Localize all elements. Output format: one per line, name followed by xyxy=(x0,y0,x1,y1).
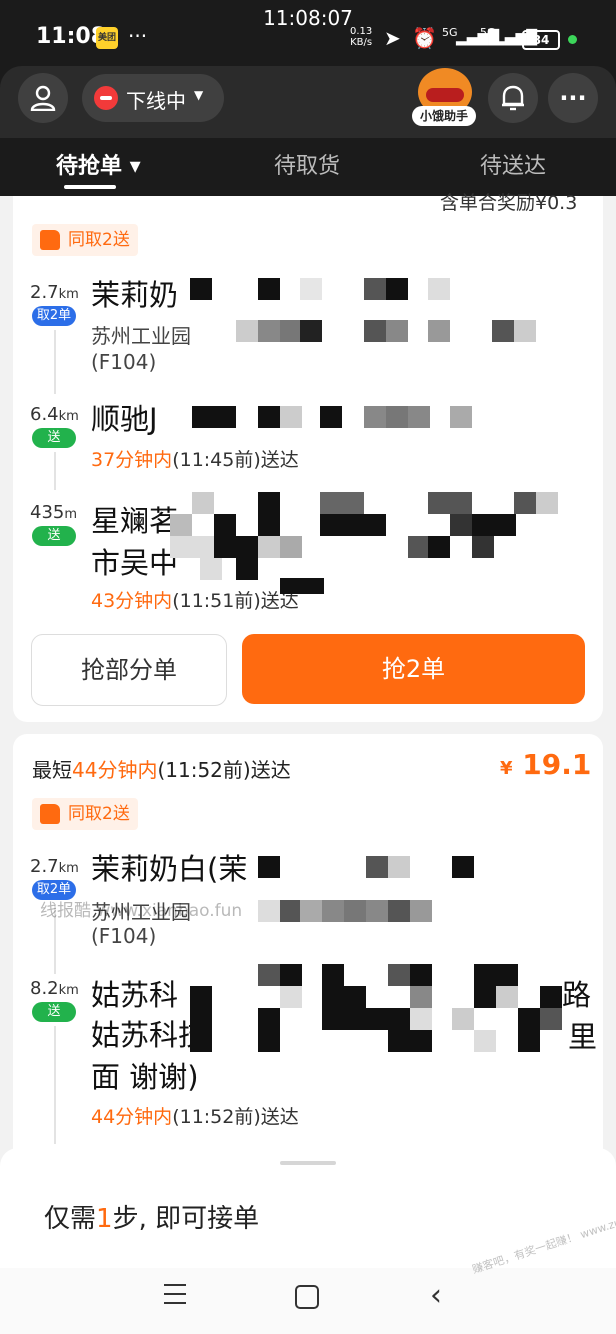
watermark-text: 线报酷 www.xianbao.fun xyxy=(40,901,243,921)
stop-distance-unit: m xyxy=(64,507,78,522)
same-pickup-tag-label: 同取2送 xyxy=(68,230,130,250)
net-speed-unit: KB/s xyxy=(350,37,373,48)
thumbs-up-icon xyxy=(40,230,60,250)
privacy-mosaic xyxy=(190,856,562,1052)
stop-distance-value: 6.4 xyxy=(30,404,59,425)
grab-order-button[interactable]: 抢2单 xyxy=(242,634,585,704)
customer-name: 顺驰J xyxy=(91,402,158,436)
stop-distance: 435m xyxy=(30,502,77,523)
route-line xyxy=(54,1026,56,1144)
merchant-address-line2: (F104) xyxy=(91,924,157,948)
location-icon: ➤ xyxy=(384,26,401,50)
online-status-label: 下线中 xyxy=(126,89,186,113)
merchant-name: 茉莉奶 xyxy=(91,278,179,312)
summary-eta: 44分钟内 xyxy=(72,758,158,782)
merchant-address-line2: (F104) xyxy=(91,350,157,374)
customer-name: 姑苏科 xyxy=(91,978,179,1012)
stop-distance-value: 2.7 xyxy=(30,282,59,303)
assistant-label[interactable]: 小饿助手 xyxy=(412,106,476,126)
notification-more-icon: ··· xyxy=(128,24,148,48)
back-icon[interactable]: ‹ xyxy=(430,1278,442,1313)
stop-distance: 2.7km xyxy=(30,856,79,877)
route-line xyxy=(54,330,56,394)
stop-distance: 6.4km xyxy=(30,404,79,425)
stop-distance-value: 435 xyxy=(30,502,65,523)
delivery-eta: 44分钟内(11:52前)送达 xyxy=(91,1102,299,1129)
net-speed-value: 0.13 xyxy=(350,26,373,37)
assistant-visor xyxy=(426,88,464,102)
more-menu-button[interactable]: ··· xyxy=(548,73,598,123)
same-pickup-tag: 同取2送 xyxy=(32,224,138,256)
bonus-text-partial: 含单合奖励¥0.3 xyxy=(440,192,578,214)
recent-apps-icon[interactable] xyxy=(164,1284,186,1311)
stop-distance-unit: km xyxy=(58,409,79,424)
active-tab-indicator xyxy=(64,185,116,189)
price-value: 19.1 xyxy=(522,748,592,781)
route-line xyxy=(54,452,56,490)
stop-distance-unit: km xyxy=(58,983,79,998)
sheet-drag-handle[interactable] xyxy=(280,1161,336,1165)
delivery-chip: 送 xyxy=(32,1002,76,1022)
notification-button[interactable] xyxy=(488,73,538,123)
pickup-chip: 取2单 xyxy=(32,306,76,326)
sheet-hint-step-count: 1 xyxy=(96,1204,113,1234)
profile-button[interactable] xyxy=(18,73,68,123)
stop-distance-unit: km xyxy=(58,861,79,876)
user-icon xyxy=(30,85,56,112)
stop-distance: 2.7km xyxy=(30,282,79,303)
same-pickup-tag-label: 同取2送 xyxy=(68,804,130,824)
delivery-eta-minutes: 43分钟内 xyxy=(91,590,173,612)
customer-name-line3: 面 谢谢) xyxy=(91,1060,199,1094)
offline-icon xyxy=(94,86,118,110)
online-status-toggle[interactable]: 下线中 ▼ xyxy=(82,74,224,122)
sheet-hint-prefix: 仅需 xyxy=(44,1204,97,1234)
shortest-eta-summary: 最短44分钟内(11:52前)送达 xyxy=(32,754,291,783)
meituan-app-icon: 美团 xyxy=(96,27,118,49)
order-price: ¥ 19.1 xyxy=(500,748,591,781)
stop-distance-value: 2.7 xyxy=(30,856,59,877)
delivery-eta-minutes: 37分钟内 xyxy=(91,449,173,471)
sheet-hint: 仅需1步, 即可接单 xyxy=(44,1198,259,1235)
stop-distance-unit: km xyxy=(58,287,79,302)
tab-pending-grab[interactable]: 待抢单 ▾ xyxy=(56,148,141,180)
stop-distance: 8.2km xyxy=(30,978,79,999)
customer-name: 星斓茗 xyxy=(91,504,179,538)
stop-distance-value: 8.2 xyxy=(30,978,59,999)
battery-icon: 84 xyxy=(522,30,560,50)
same-pickup-tag: 同取2送 xyxy=(32,798,138,830)
bell-icon xyxy=(502,85,524,111)
thumbs-up-icon xyxy=(40,804,60,824)
summary-prefix: 最短 xyxy=(32,758,72,782)
delivery-eta-time: (11:52前)送达 xyxy=(172,1106,299,1128)
delivery-chip: 送 xyxy=(32,526,76,546)
delivery-chip: 送 xyxy=(32,428,76,448)
delivery-eta-minutes: 44分钟内 xyxy=(91,1106,173,1128)
grab-partial-button[interactable]: 抢部分单 xyxy=(31,634,227,706)
chevron-down-icon: ▼ xyxy=(194,88,204,102)
tab-pending-delivery[interactable]: 待送达 xyxy=(480,148,546,180)
home-icon[interactable] xyxy=(295,1285,319,1309)
tab-pending-pickup[interactable]: 待取货 xyxy=(274,148,340,180)
alarm-icon: ⏰ xyxy=(412,26,437,50)
sheet-hint-suffix: 步, 即可接单 xyxy=(112,1204,260,1234)
price-symbol: ¥ xyxy=(500,758,513,779)
privacy-mosaic xyxy=(170,278,558,594)
net-speed: 0.13 KB/s xyxy=(350,26,372,48)
summary-time: (11:52前)送达 xyxy=(157,758,291,782)
privacy-indicator-icon xyxy=(568,35,577,44)
customer-name-line2: 市吴中 xyxy=(91,546,179,580)
status-bar: 11:08:07 11:08 美团 ··· 0.13 KB/s ➤ ⏰ 5G ▂… xyxy=(0,0,616,66)
